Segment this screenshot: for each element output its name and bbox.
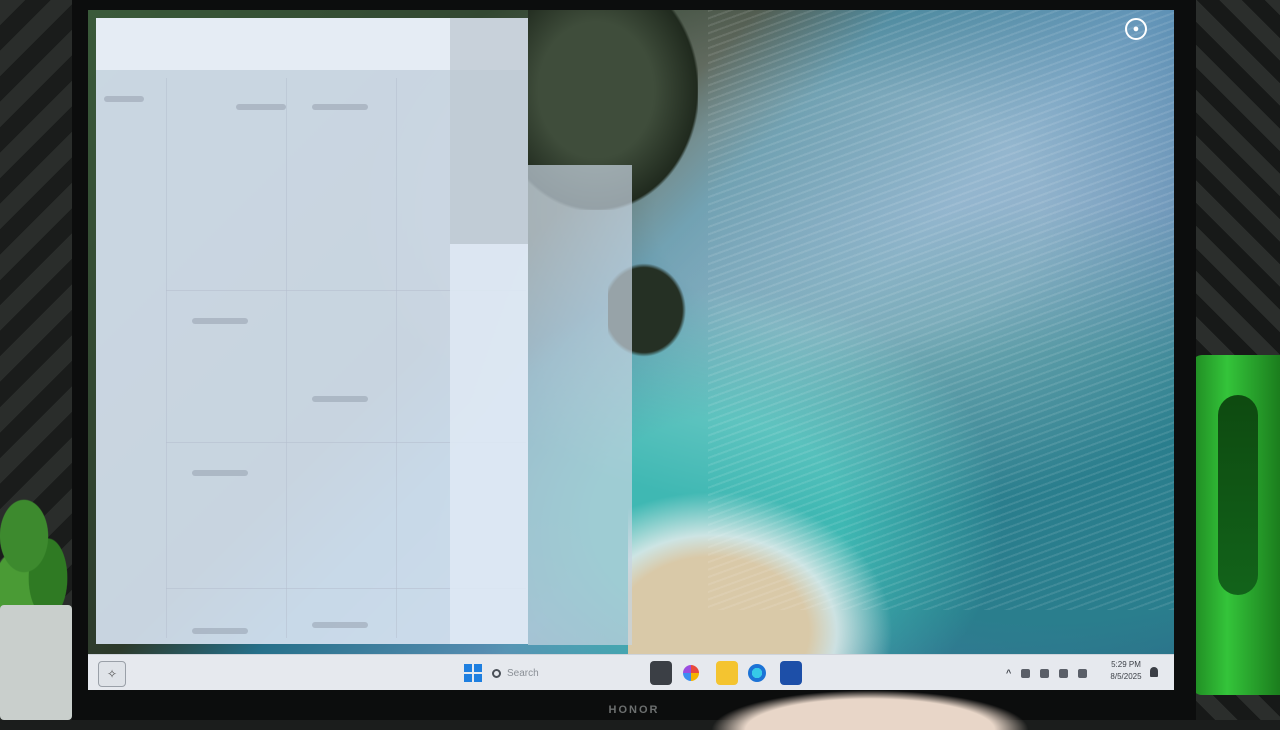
plant-decor (0, 480, 80, 620)
taskbar-search[interactable]: Search (492, 661, 642, 685)
search-icon (492, 668, 501, 678)
taskbar-clock[interactable]: 5:29 PM 8/5/2025 (1104, 659, 1148, 683)
brand-logo: HONOR (608, 704, 660, 716)
store-icon[interactable] (780, 661, 802, 685)
volume-icon[interactable] (1059, 668, 1069, 678)
placeholder-divider (166, 78, 167, 638)
placeholder-line (192, 470, 248, 476)
placeholder-line (312, 622, 368, 628)
battery-icon[interactable] (1078, 668, 1088, 678)
system-tray[interactable]: ^ (1006, 663, 1088, 683)
placeholder-line (312, 396, 368, 402)
copilot-icon[interactable] (683, 665, 699, 681)
network-icon[interactable] (1040, 668, 1050, 678)
desktop-screen: ● ✧ Search ^ 5:29 PM 8/5/2025 (88, 10, 1174, 690)
placeholder-line (236, 104, 286, 110)
placeholder-line (192, 318, 248, 324)
launching-window-panel (450, 18, 528, 244)
placeholder-divider (396, 78, 397, 638)
task-view-icon[interactable] (650, 661, 672, 685)
windows-start-icon[interactable] (462, 661, 484, 685)
placeholder-line (312, 104, 368, 110)
hand-foreground (710, 690, 1030, 730)
wallpaper-ocean (708, 10, 1174, 610)
folder-icon[interactable] (716, 661, 738, 685)
placeholder-line (192, 628, 248, 634)
placeholder-line (104, 96, 144, 102)
taskbar: ✧ Search ^ 5:29 PM 8/5/2025 (88, 654, 1174, 690)
tray-chevron-icon[interactable]: ^ (1006, 668, 1011, 678)
green-object (1192, 355, 1280, 695)
launching-window-panel (528, 165, 632, 645)
search-placeholder: Search (507, 667, 539, 679)
widgets-icon[interactable]: ✧ (98, 661, 126, 687)
account-circle-icon[interactable]: ● (1125, 18, 1147, 40)
placeholder-divider (286, 78, 287, 638)
launching-window-panel (450, 244, 528, 644)
notification-bell-icon[interactable] (1150, 667, 1158, 677)
pot-decor (0, 605, 72, 720)
clock-date: 8/5/2025 (1110, 672, 1142, 681)
location-icon[interactable] (1021, 668, 1031, 678)
clock-time: 5:29 PM (1111, 660, 1141, 669)
edge-icon[interactable] (748, 664, 766, 682)
